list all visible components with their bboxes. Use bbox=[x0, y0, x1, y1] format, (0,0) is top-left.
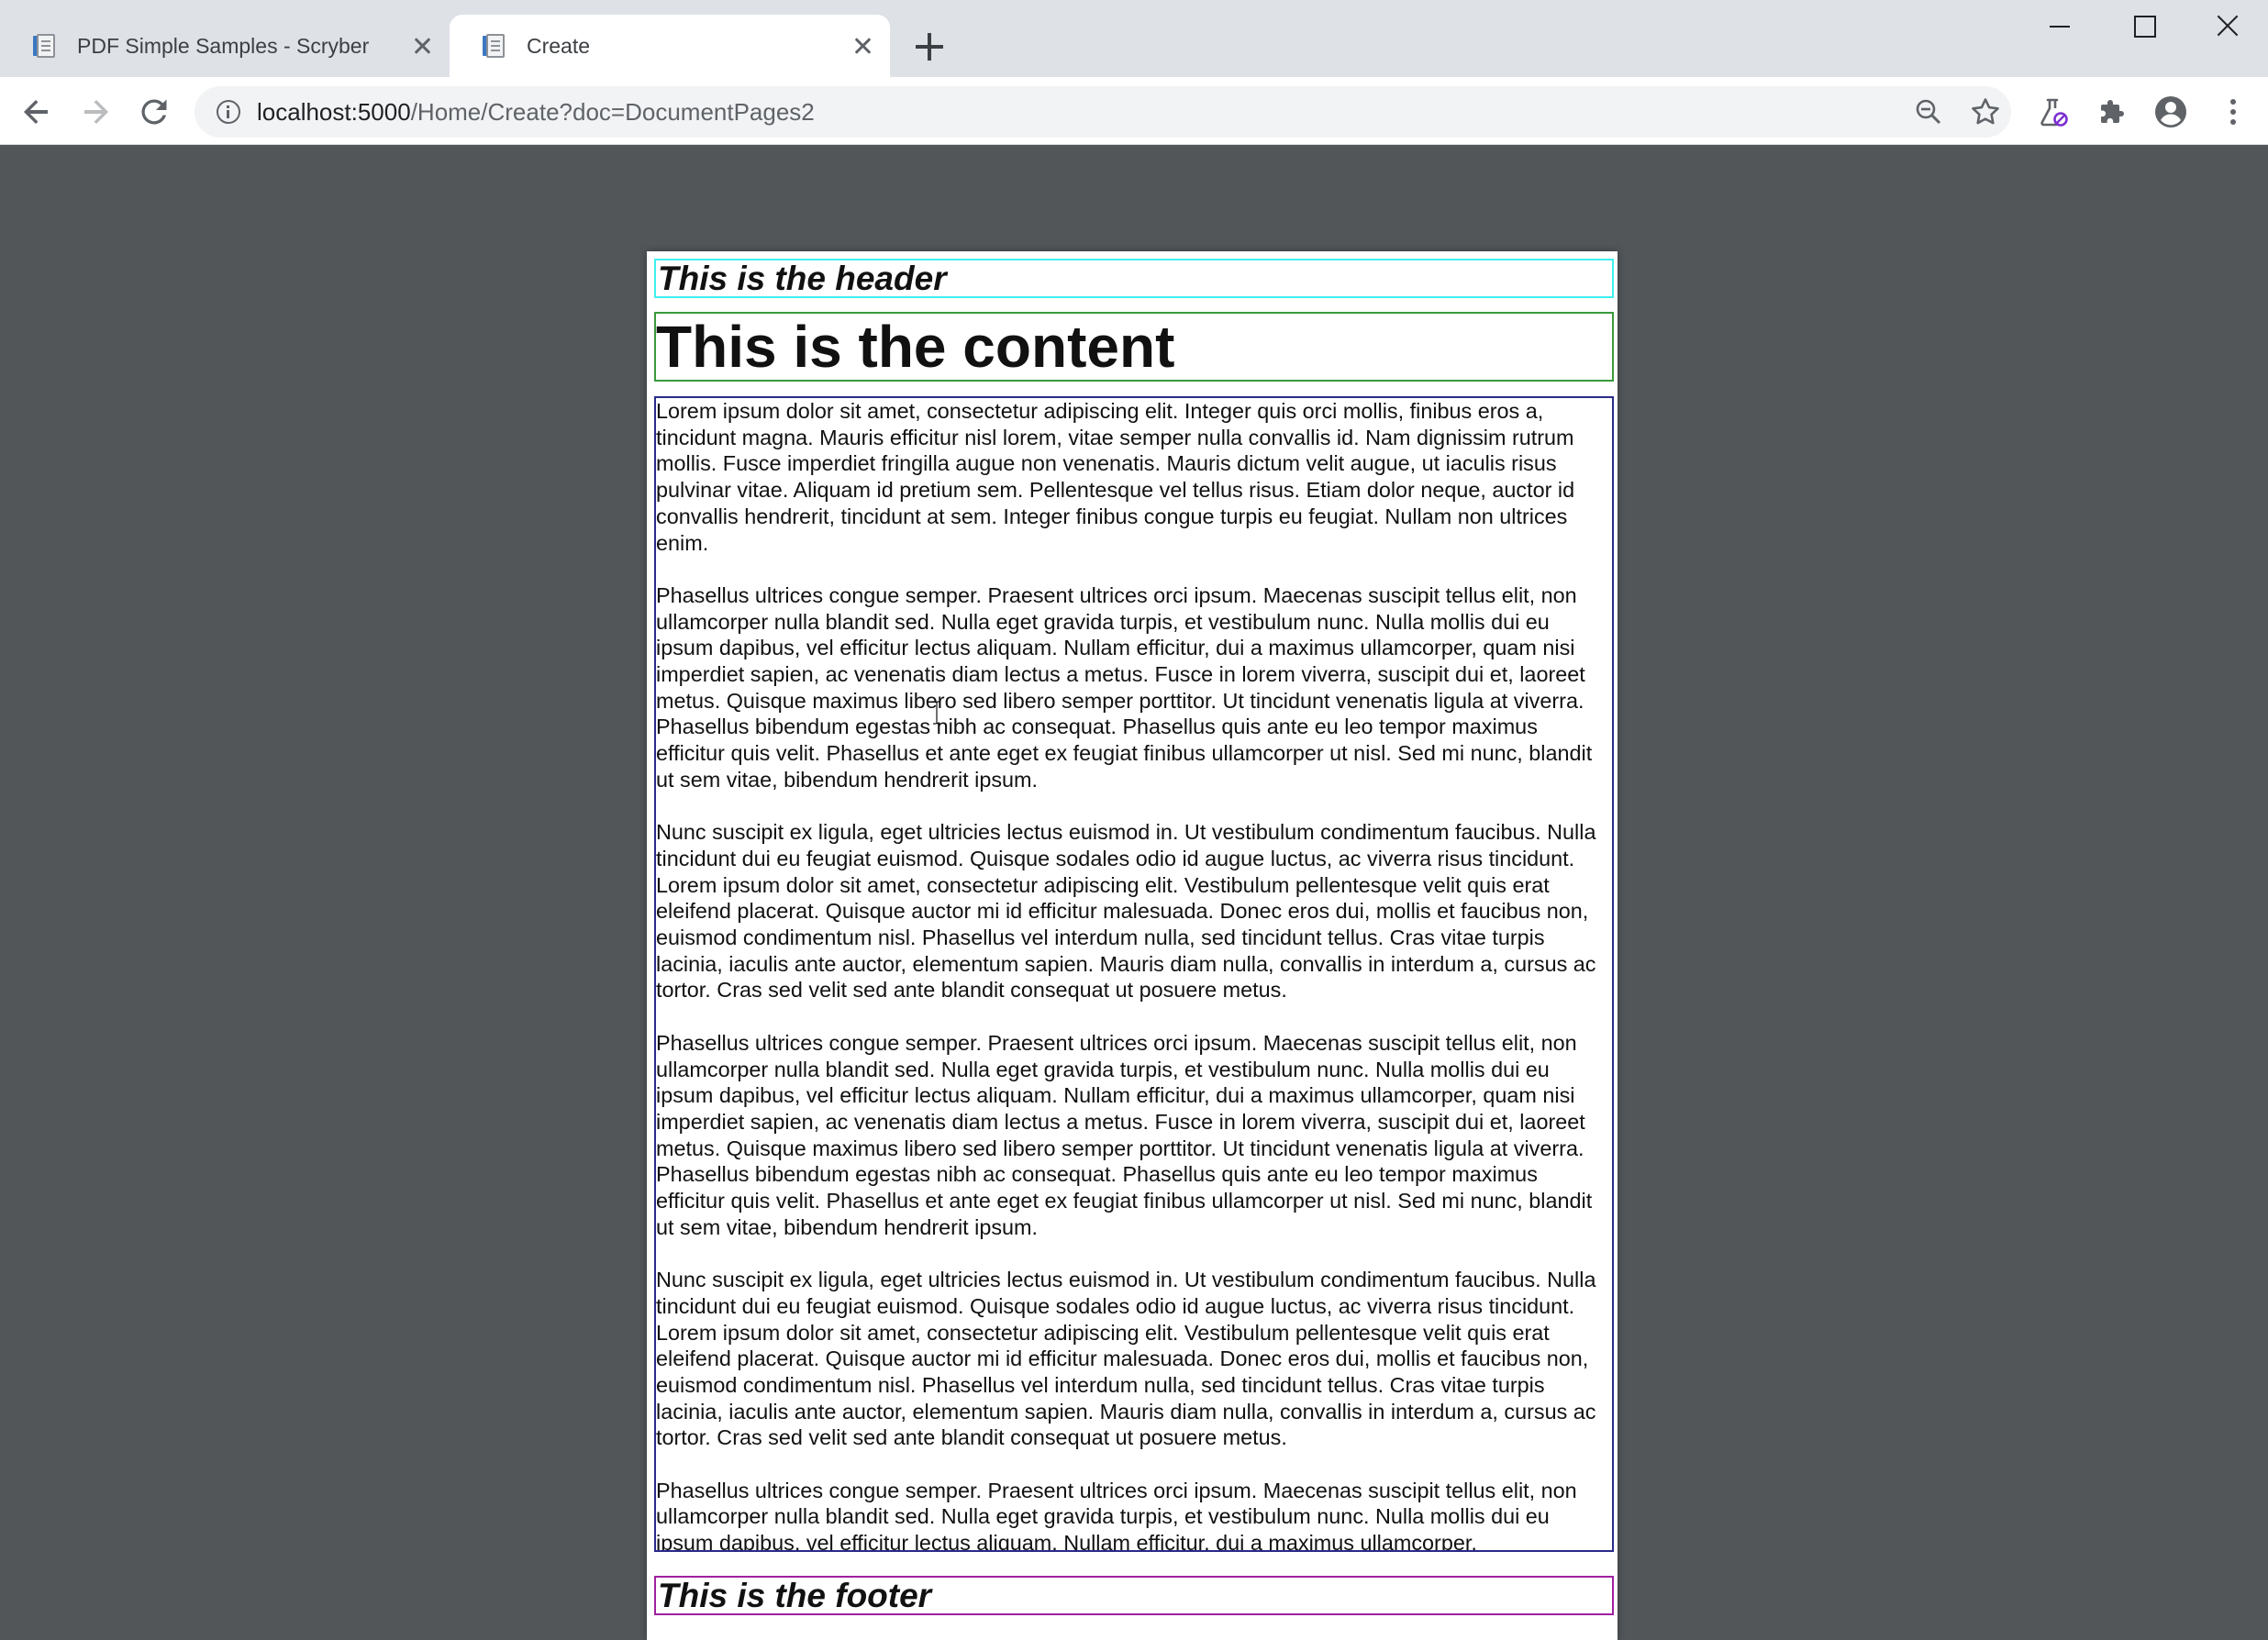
minimize-icon[interactable] bbox=[2017, 0, 2101, 51]
document-header: This is the header bbox=[654, 259, 1614, 298]
content-heading-box: This is the content bbox=[654, 312, 1614, 382]
paragraph: Nunc suscipit ex ligula, eget ultricies … bbox=[656, 1268, 1596, 1450]
footer-text: This is the footer bbox=[658, 1577, 932, 1614]
tab-title: PDF Simple Samples - Scryber bbox=[77, 33, 370, 58]
zoom-out-icon[interactable] bbox=[1912, 95, 1945, 128]
back-arrow-icon[interactable] bbox=[18, 94, 55, 130]
tab-title: Create bbox=[527, 33, 591, 58]
maximize-icon[interactable] bbox=[2101, 0, 2185, 51]
document-body: Lorem ipsum dolor sit amet, consectetur … bbox=[654, 396, 1614, 1552]
tab-pdf-simple-samples[interactable]: PDF Simple Samples - Scryber bbox=[0, 15, 450, 77]
tab-close-icon[interactable] bbox=[411, 35, 433, 57]
pdf-page[interactable]: This is the header This is the content L… bbox=[647, 251, 1618, 1640]
text-cursor-icon bbox=[933, 701, 940, 725]
extensions-puzzle-icon[interactable] bbox=[2094, 94, 2130, 130]
tab-create[interactable]: Create bbox=[450, 15, 890, 77]
info-icon[interactable] bbox=[217, 100, 240, 124]
tab-strip: PDF Simple Samples - Scryber Create bbox=[0, 0, 2268, 77]
forward-arrow-icon[interactable] bbox=[77, 94, 114, 130]
tab-favicon-document-icon bbox=[33, 33, 59, 59]
content-heading: This is the content bbox=[656, 314, 1175, 380]
browser-chrome: PDF Simple Samples - Scryber Create loca… bbox=[0, 0, 2268, 145]
labs-flask-icon[interactable] bbox=[2035, 94, 2072, 130]
star-icon[interactable] bbox=[1969, 95, 2002, 128]
reload-icon[interactable] bbox=[136, 94, 172, 130]
paragraph: Phasellus ultrices congue semper. Praese… bbox=[656, 1478, 1577, 1552]
menu-kebab-icon[interactable] bbox=[2215, 94, 2251, 130]
header-text: This is the header bbox=[658, 260, 947, 297]
new-tab-plus-icon[interactable] bbox=[916, 33, 943, 61]
paragraph: Phasellus ultrices congue semper. Praese… bbox=[656, 1030, 1593, 1239]
document-footer: This is the footer bbox=[654, 1576, 1614, 1615]
close-window-icon[interactable] bbox=[2185, 0, 2268, 51]
browser-toolbar: localhost:5000/Home/Create?doc=DocumentP… bbox=[0, 77, 2268, 145]
url-text[interactable]: localhost:5000/Home/Create?doc=DocumentP… bbox=[257, 98, 815, 127]
tab-close-icon[interactable] bbox=[851, 35, 873, 57]
paragraph: Lorem ipsum dolor sit amet, consectetur … bbox=[656, 399, 1575, 555]
paragraph: Phasellus ultrices congue semper. Praese… bbox=[656, 582, 1593, 792]
tab-favicon-document-icon bbox=[483, 33, 508, 59]
profile-avatar-icon[interactable] bbox=[2152, 94, 2189, 130]
address-bar[interactable]: localhost:5000/Home/Create?doc=DocumentP… bbox=[195, 86, 2011, 138]
paragraph: Nunc suscipit ex ligula, eget ultricies … bbox=[656, 820, 1596, 1003]
